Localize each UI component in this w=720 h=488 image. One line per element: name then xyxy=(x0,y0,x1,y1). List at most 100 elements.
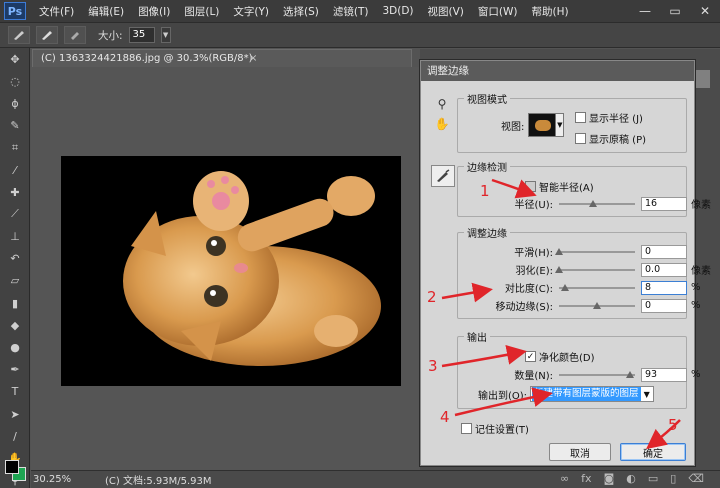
radius-input[interactable]: 16 xyxy=(641,196,687,211)
smart-radius-checkbox[interactable] xyxy=(525,181,536,192)
decontaminate-checkbox[interactable]: ✓ xyxy=(525,351,536,362)
brush-size-dropdown-icon[interactable]: ▼ xyxy=(160,27,171,43)
remember-settings-checkbox[interactable] xyxy=(461,423,472,434)
remember-settings-row: 记住设置(T) xyxy=(461,421,529,436)
new-layer-icon[interactable]: ▯ xyxy=(670,472,676,485)
contrast-input[interactable]: 8 xyxy=(641,280,687,295)
layer-style-icon[interactable]: fx xyxy=(581,472,591,485)
contrast-slider[interactable] xyxy=(559,283,635,293)
amount-input[interactable]: 93 xyxy=(641,367,687,382)
slider-thumb[interactable] xyxy=(625,370,634,378)
document-tab[interactable]: (C) 1363324421886.jpg @ 30.3%(RGB/8*) × xyxy=(32,49,412,67)
eyedropper-tool-icon[interactable]: ⁄ xyxy=(0,159,30,181)
ok-button[interactable]: 确定 xyxy=(620,443,686,461)
show-radius-row: 显示半径 (J) xyxy=(575,110,643,125)
radius-unit: 像素 xyxy=(691,200,711,211)
menu-view[interactable]: 视图(V) xyxy=(421,4,471,19)
erase-refinements-tool-icon[interactable] xyxy=(64,26,86,44)
hand-icon[interactable]: ✋ xyxy=(431,115,453,133)
view-thumbnail[interactable] xyxy=(528,113,557,137)
menu-image[interactable]: 图像(I) xyxy=(131,4,177,19)
minimize-button[interactable]: — xyxy=(630,0,660,22)
lasso-tool-icon[interactable]: ϕ xyxy=(0,92,30,114)
menu-bar: Ps 文件(F) 编辑(E) 图像(I) 图层(L) 文字(Y) 选择(S) 滤… xyxy=(0,0,720,22)
show-original-label: 显示原稿 (P) xyxy=(589,135,647,146)
quick-selection-tool-icon[interactable]: ✎ xyxy=(0,115,30,137)
close-button[interactable]: ✕ xyxy=(690,0,720,22)
shift-edge-unit: % xyxy=(691,300,701,311)
delete-layer-icon[interactable]: ⌫ xyxy=(688,472,704,485)
output-to-select[interactable]: 新建带有图层蒙版的图层 ▼ xyxy=(530,386,654,402)
amount-slider[interactable] xyxy=(559,370,635,380)
tool-preset-brush-icon[interactable] xyxy=(8,26,30,44)
layer-mask-icon[interactable]: ◙ xyxy=(604,472,615,485)
menu-type[interactable]: 文字(Y) xyxy=(226,4,276,19)
history-brush-tool-icon[interactable]: ↶ xyxy=(0,248,30,270)
show-radius-checkbox[interactable] xyxy=(575,112,586,123)
link-layers-icon[interactable]: ∞ xyxy=(560,472,569,485)
menu-help[interactable]: 帮助(H) xyxy=(525,4,576,19)
line-tool-icon[interactable]: / xyxy=(0,425,30,447)
slider-thumb[interactable] xyxy=(555,265,563,273)
menu-edit[interactable]: 编辑(E) xyxy=(81,4,131,19)
document-close-icon[interactable]: × xyxy=(249,50,257,67)
slider-thumb[interactable] xyxy=(589,199,598,207)
layers-panel-icons: ∞ fx ◙ ◐ ▭ ▯ ⌫ xyxy=(560,472,704,485)
amount-label: 数量(N): xyxy=(514,371,553,382)
slider-thumb[interactable] xyxy=(555,247,563,255)
slider-thumb[interactable] xyxy=(593,301,601,309)
refine-radius-tool-icon[interactable] xyxy=(36,26,58,44)
move-tool-icon[interactable]: ✥ xyxy=(0,48,30,70)
maximize-button[interactable]: ▭ xyxy=(660,0,690,22)
path-selection-tool-icon[interactable]: ➤ xyxy=(0,403,30,425)
healing-brush-tool-icon[interactable]: ✚ xyxy=(0,181,30,203)
zoom-icon[interactable]: ⚲ xyxy=(431,95,453,113)
dialog-tools: ⚲ ✋ xyxy=(431,95,453,135)
adjustment-layer-icon[interactable]: ◐ xyxy=(626,472,636,485)
contrast-row: 对比度(C): 8 % xyxy=(467,280,701,295)
edge-detection-legend: 边缘检测 xyxy=(467,163,507,174)
brush-size-input[interactable]: 35 xyxy=(128,27,155,43)
smooth-input[interactable]: 0 xyxy=(641,244,687,259)
annotation-number-3: 3 xyxy=(428,357,438,375)
menu-file[interactable]: 文件(F) xyxy=(32,4,81,19)
annotation-number-4: 4 xyxy=(440,408,450,426)
radius-slider[interactable] xyxy=(559,199,635,209)
show-original-checkbox[interactable] xyxy=(575,133,586,144)
view-dropdown-icon[interactable]: ▼ xyxy=(556,113,565,137)
document-canvas[interactable] xyxy=(61,156,401,386)
blur-tool-icon[interactable]: ◆ xyxy=(0,314,30,336)
menu-window[interactable]: 窗口(W) xyxy=(471,4,525,19)
dodge-tool-icon[interactable]: ● xyxy=(0,336,30,358)
kitten-image xyxy=(123,171,381,366)
radius-label: 半径(U): xyxy=(514,200,554,211)
refine-radius-brush-icon[interactable] xyxy=(431,165,455,187)
feather-slider[interactable] xyxy=(555,265,635,275)
eraser-tool-icon[interactable]: ▱ xyxy=(0,270,30,292)
view-mode-group: 视图模式 xyxy=(457,91,687,153)
type-tool-icon[interactable]: T xyxy=(0,381,30,403)
marquee-tool-icon[interactable]: ◌ xyxy=(0,70,30,92)
zoom-level[interactable]: 30.25% xyxy=(31,474,71,485)
shift-edge-slider[interactable] xyxy=(559,301,635,311)
document-size-info[interactable]: (C) 文档:5.93M/5.93M xyxy=(69,472,212,487)
dialog-title: 调整边缘 xyxy=(421,61,694,81)
menu-filter[interactable]: 滤镜(T) xyxy=(326,4,376,19)
clone-stamp-tool-icon[interactable]: ⊥ xyxy=(0,226,30,248)
brush-size-label: 大小: xyxy=(98,29,123,42)
output-legend: 输出 xyxy=(467,333,487,344)
smooth-slider[interactable] xyxy=(555,247,635,257)
feather-input[interactable]: 0.0 xyxy=(641,262,687,277)
pen-tool-icon[interactable]: ✒ xyxy=(0,359,30,381)
menu-select[interactable]: 选择(S) xyxy=(276,4,326,19)
cancel-button[interactable]: 取消 xyxy=(549,443,611,461)
slider-thumb[interactable] xyxy=(561,283,570,291)
shift-edge-input[interactable]: 0 xyxy=(641,298,687,313)
new-group-icon[interactable]: ▭ xyxy=(648,472,658,485)
foreground-color-swatch[interactable] xyxy=(5,460,19,474)
brush-tool-icon[interactable]: ⟋ xyxy=(0,203,30,225)
crop-tool-icon[interactable]: ⌗ xyxy=(0,137,30,159)
menu-3d[interactable]: 3D(D) xyxy=(375,5,420,17)
gradient-tool-icon[interactable]: ▮ xyxy=(0,292,30,314)
menu-layer[interactable]: 图层(L) xyxy=(177,4,226,19)
